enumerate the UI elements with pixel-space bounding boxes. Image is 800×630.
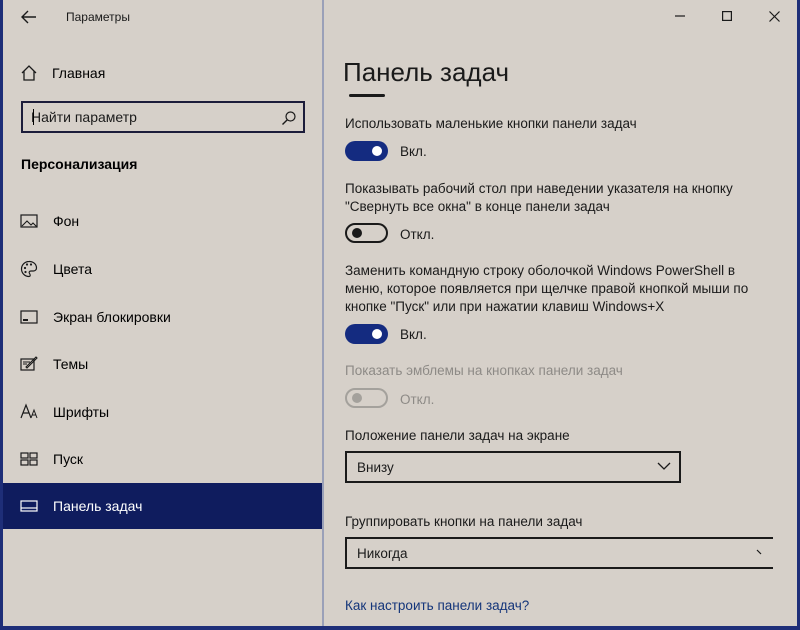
sidebar-item-taskbar[interactable]: Панель задач xyxy=(3,483,322,529)
taskbar-icon xyxy=(19,496,39,516)
maximize-button[interactable] xyxy=(712,4,742,28)
start-icon xyxy=(19,449,39,469)
text-cursor xyxy=(33,109,34,125)
sidebar-item-label: Цвета xyxy=(53,261,92,277)
settings-window: Параметры Главная Персонализация Фон xyxy=(3,0,797,626)
badges-label: Показать эмблемы на кнопках панели задач xyxy=(345,363,623,378)
close-icon xyxy=(768,10,780,22)
minimize-icon xyxy=(675,15,685,17)
position-label: Положение панели задач на экране xyxy=(345,428,570,443)
small-buttons-state: Вкл. xyxy=(400,144,427,159)
palette-icon xyxy=(19,259,39,279)
peek-desktop-state: Откл. xyxy=(400,227,435,242)
back-button[interactable] xyxy=(17,6,41,28)
sidebar-item-label: Шрифты xyxy=(53,404,110,420)
lock-screen-icon xyxy=(19,307,39,327)
sidebar-item-label: Экран блокировки xyxy=(53,309,171,325)
grouping-dropdown[interactable]: Никогда xyxy=(345,537,773,569)
sidebar-item-background[interactable]: Фон xyxy=(3,198,322,244)
sidebar-item-themes[interactable]: Темы xyxy=(3,341,322,387)
search-input[interactable] xyxy=(31,104,271,130)
chevron-down-icon xyxy=(657,462,671,470)
sidebar-item-lock-screen[interactable]: Экран блокировки xyxy=(3,294,322,340)
powershell-toggle[interactable] xyxy=(345,324,388,344)
peek-desktop-label: Показывать рабочий стол при наведении ук… xyxy=(345,181,733,214)
sidebar: Параметры Главная Персонализация Фон xyxy=(3,0,322,626)
sidebar-item-colors[interactable]: Цвета xyxy=(3,246,322,292)
toggle-knob xyxy=(372,329,382,339)
position-dropdown[interactable]: Внизу xyxy=(345,451,681,483)
picture-icon xyxy=(19,211,39,231)
home-nav-item[interactable]: Главная xyxy=(20,61,105,85)
search-icon[interactable] xyxy=(281,110,297,126)
toggle-knob xyxy=(372,146,382,156)
peek-desktop-toggle[interactable] xyxy=(345,223,388,243)
close-button[interactable] xyxy=(759,4,789,28)
help-link[interactable]: Как настроить панели задач? xyxy=(345,598,529,613)
powershell-label: Заменить командную строку оболочкой Wind… xyxy=(345,263,749,314)
sidebar-item-label: Панель задач xyxy=(53,498,143,514)
back-arrow-icon xyxy=(21,10,36,24)
maximize-icon xyxy=(722,11,732,21)
chevron-down-icon xyxy=(756,549,762,555)
themes-icon xyxy=(19,354,39,374)
sidebar-divider xyxy=(322,0,324,626)
small-buttons-toggle[interactable] xyxy=(345,141,388,161)
home-label: Главная xyxy=(52,65,106,81)
badges-state: Откл. xyxy=(400,392,435,407)
search-box[interactable] xyxy=(21,101,305,133)
powershell-state: Вкл. xyxy=(400,327,427,342)
minimize-button[interactable] xyxy=(665,4,695,28)
grouping-label: Группировать кнопки на панели задач xyxy=(345,514,583,529)
app-title: Параметры xyxy=(66,10,130,24)
section-title: Персонализация xyxy=(21,156,138,172)
badges-toggle xyxy=(345,388,388,408)
toggle-knob xyxy=(352,393,362,403)
partial-toggle-above xyxy=(349,94,385,97)
toggle-knob xyxy=(352,228,362,238)
sidebar-item-label: Фон xyxy=(53,213,80,229)
sidebar-item-label: Темы xyxy=(53,356,89,372)
position-value: Внизу xyxy=(357,459,394,475)
sidebar-item-fonts[interactable]: Шрифты xyxy=(3,389,322,435)
home-icon xyxy=(21,65,37,81)
sidebar-item-label: Пуск xyxy=(53,451,84,467)
fonts-icon xyxy=(19,402,39,422)
sidebar-item-start[interactable]: Пуск xyxy=(3,436,322,482)
small-buttons-label: Использовать маленькие кнопки панели зад… xyxy=(345,116,637,131)
grouping-value: Никогда xyxy=(357,545,408,561)
page-title: Панель задач xyxy=(343,57,510,87)
